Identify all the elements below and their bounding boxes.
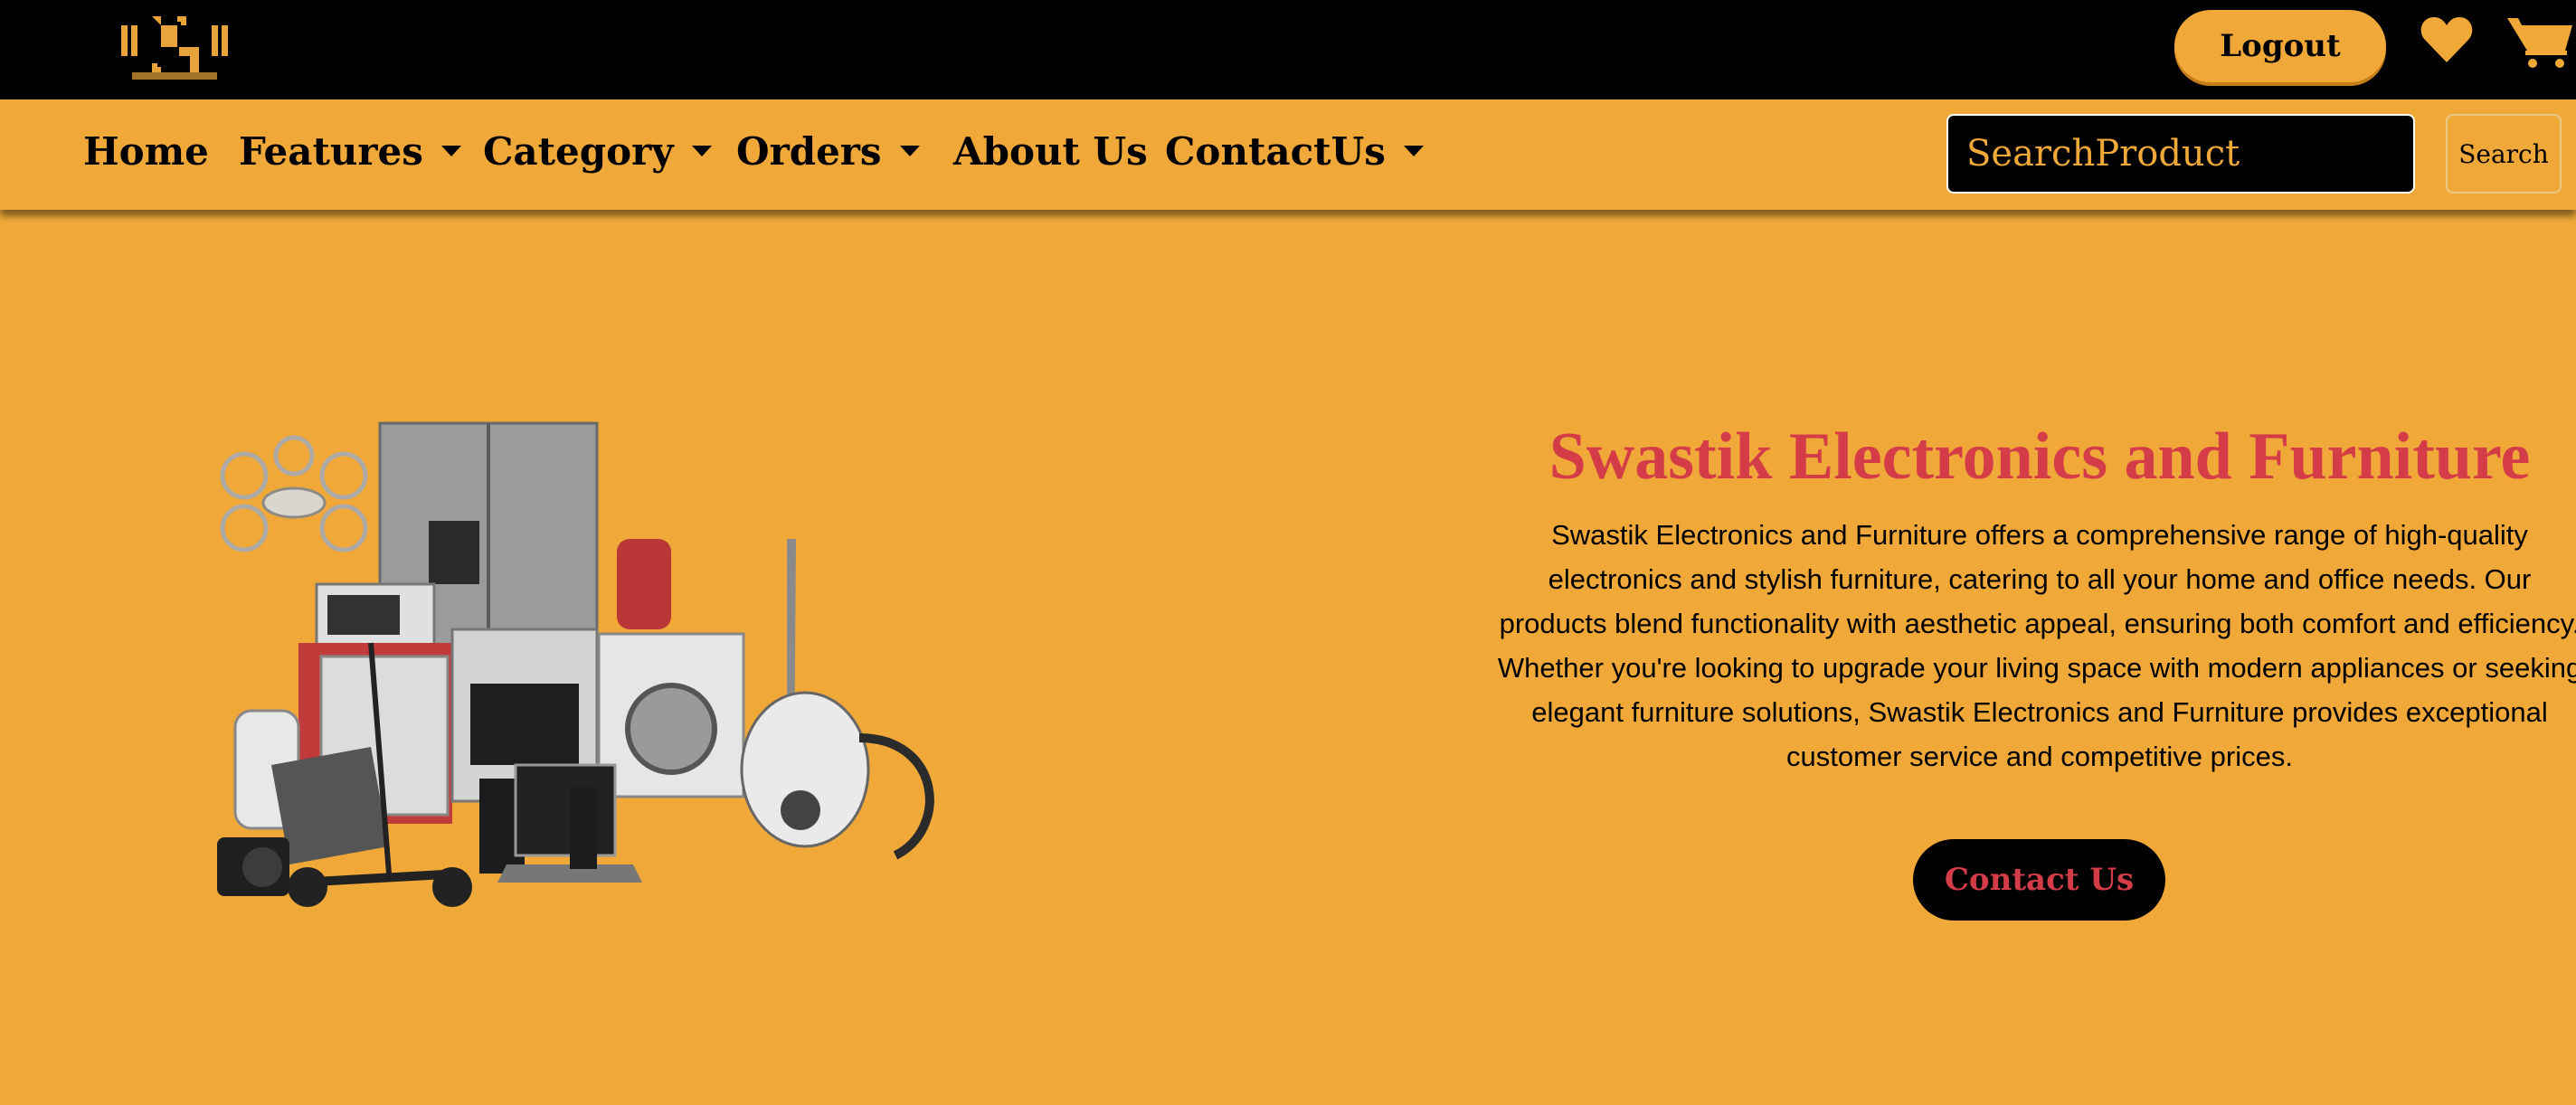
nav-orders[interactable]: Orders (736, 123, 920, 179)
logo[interactable] (116, 13, 233, 87)
chevron-down-icon (440, 146, 461, 156)
nav-category[interactable]: Category (483, 123, 712, 179)
drone-illustration (220, 435, 368, 552)
chevron-down-icon (691, 146, 712, 156)
chevron-down-icon (899, 146, 920, 156)
search-input[interactable] (1946, 114, 2415, 194)
nav-contactus-label: ContactUs (1165, 128, 1386, 174)
heart-icon[interactable] (2420, 15, 2473, 64)
nav-home[interactable]: Home (83, 123, 209, 179)
contact-us-button[interactable]: Contact Us (1913, 839, 2165, 921)
search-button[interactable]: Search (2446, 114, 2562, 194)
nav-orders-label: Orders (736, 128, 882, 174)
navbar: Home Features Category Orders About Us C… (0, 99, 2576, 210)
nav-features-label: Features (239, 128, 423, 174)
chevron-down-icon (1403, 146, 1424, 156)
appliances-image (217, 421, 934, 907)
hero-description: Swastik Electronics and Furniture offers… (1497, 519, 2576, 772)
nav-features[interactable]: Features (239, 123, 461, 179)
nav-about-us-label: About Us (953, 128, 1148, 174)
cart-icon[interactable] (2505, 14, 2576, 69)
logout-button[interactable]: Logout (2174, 10, 2386, 82)
nav-category-label: Category (483, 128, 674, 174)
nav-about-us[interactable]: About Us (953, 123, 1148, 179)
hero-title: Swastik Electronics and Furniture (1548, 420, 2531, 494)
hero-text: Swastik Electronics and Furniture Swasti… (1474, 411, 2576, 779)
nav-contactus[interactable]: ContactUs (1165, 123, 1424, 179)
nav-home-label: Home (83, 128, 209, 174)
top-bar: Logout (0, 0, 2576, 99)
